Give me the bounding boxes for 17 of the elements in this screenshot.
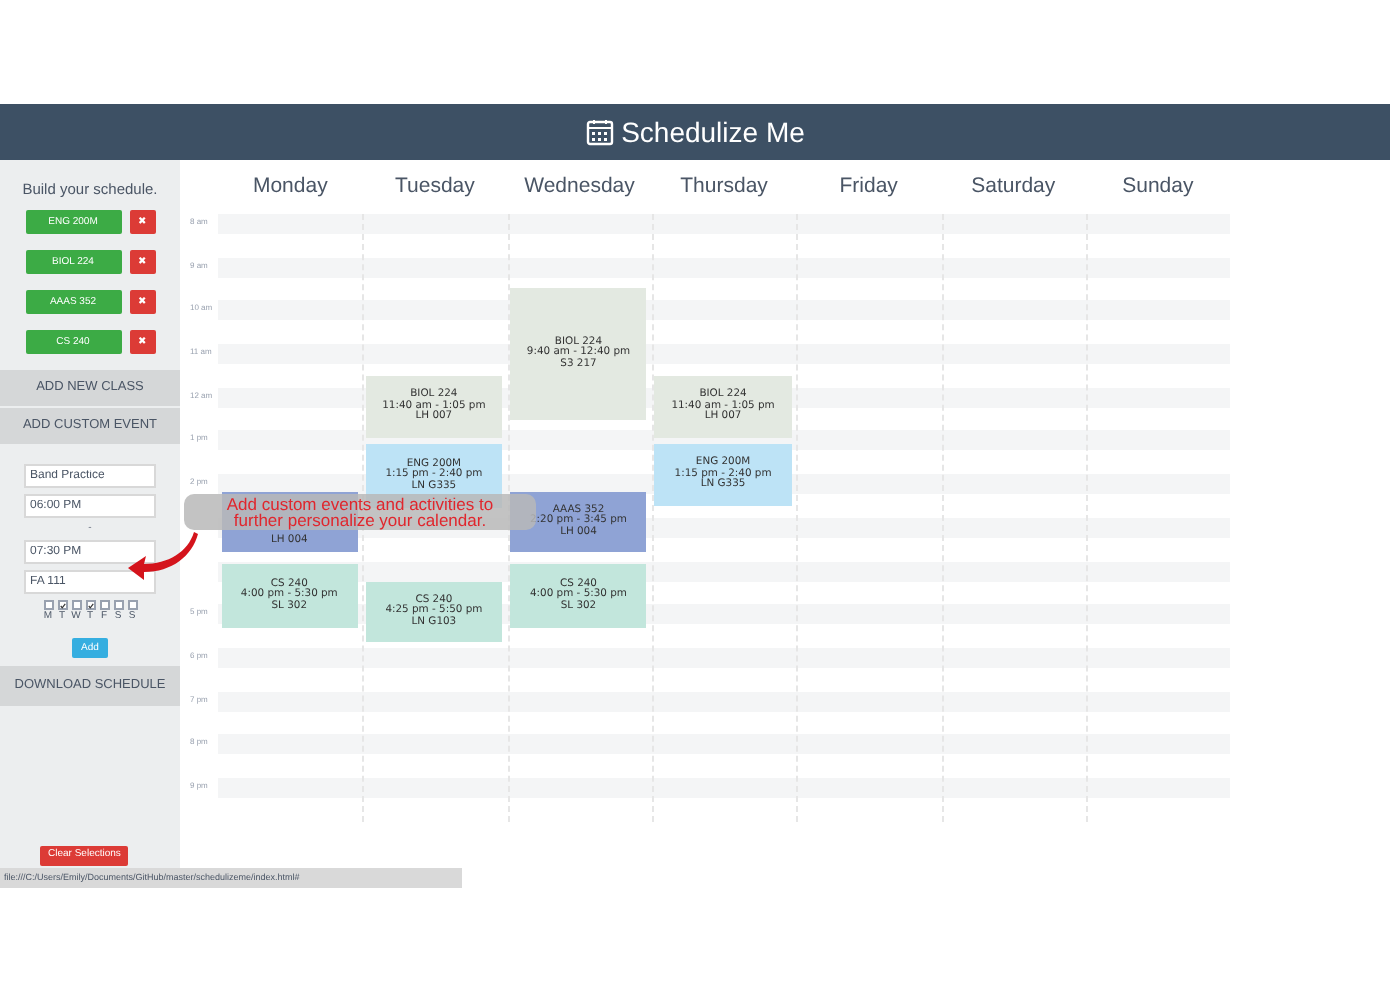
day-header: Sunday [1120,171,1196,202]
day-checkbox[interactable] [43,600,53,611]
day-header: Tuesday [393,171,477,202]
calendar-icon [585,118,614,146]
day-checkbox[interactable] [71,600,81,611]
day-checkbox[interactable] [99,600,109,611]
day-checkbox[interactable] [57,600,67,611]
day-header: Wednesday [522,171,637,202]
app-title: Schedulize Me [621,113,805,151]
day-header: Thursday [678,171,770,202]
day-header: Saturday [969,171,1058,202]
day-header: Monday [250,171,330,202]
day-checkbox[interactable] [85,600,95,611]
day-header: Friday [837,171,900,202]
day-checkbox[interactable] [113,600,123,611]
day-checkbox[interactable] [127,600,137,611]
callout-arrow [128,532,200,580]
